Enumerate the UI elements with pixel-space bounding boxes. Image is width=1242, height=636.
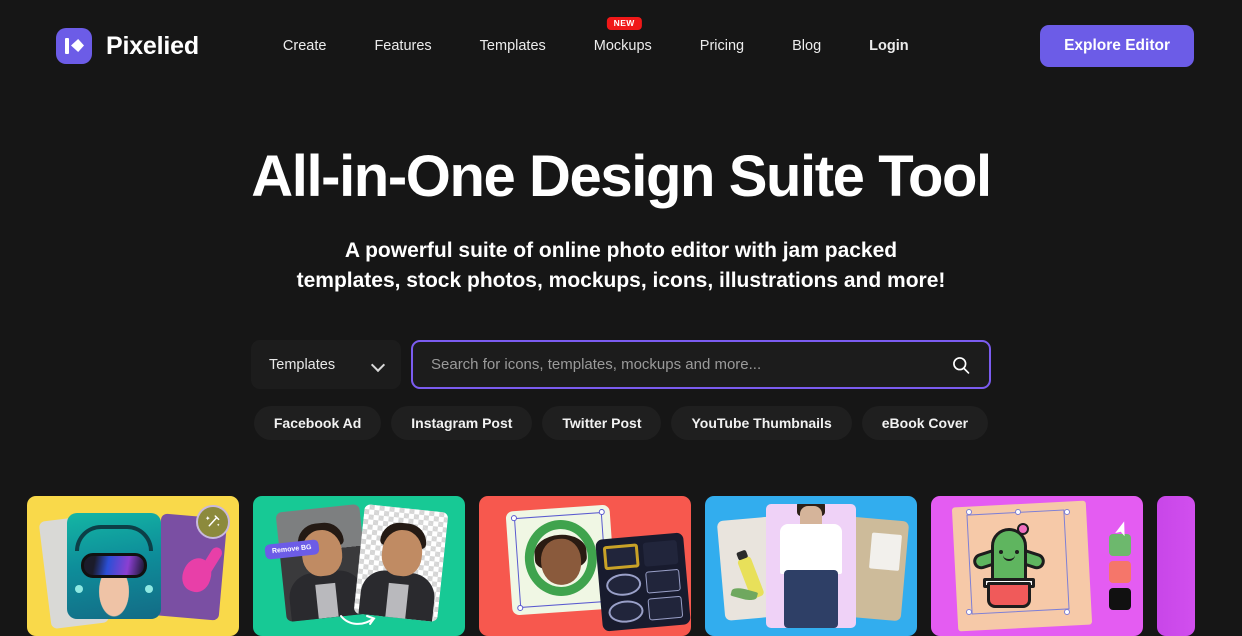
nav-label: Login [869, 38, 909, 54]
color-swatch-black[interactable] [1109, 588, 1131, 610]
color-swatch-red[interactable] [1109, 561, 1131, 583]
mockup-center-image [766, 504, 856, 628]
card-cutout-photo [353, 503, 449, 623]
hero-subtitle: A powerful suite of online photo editor … [0, 236, 1242, 297]
page-title: All-in-One Design Suite Tool [251, 144, 992, 209]
nav-label: Create [282, 38, 327, 54]
brand-name: Pixelied [106, 31, 199, 60]
portrait-left-node [75, 585, 83, 593]
nav-item-pricing[interactable]: Pricing [676, 30, 768, 62]
selection-handle[interactable] [1064, 609, 1070, 615]
frame-option[interactable] [646, 595, 684, 621]
frame-picker-panel[interactable] [595, 532, 691, 632]
selection-handle[interactable] [1064, 509, 1070, 515]
next-card-preview[interactable] [1157, 496, 1195, 636]
tag-youtube-thumbnails[interactable]: YouTube Thumbnails [671, 406, 852, 440]
selection-handle[interactable] [598, 508, 605, 516]
nav-item-features[interactable]: Features [350, 30, 455, 62]
tag-twitter-post[interactable]: Twitter Post [542, 406, 662, 440]
transform-arrow-icon [339, 612, 379, 628]
tag-facebook-ad[interactable]: Facebook Ad [253, 406, 382, 440]
nav-label: Templates [479, 38, 546, 54]
model-jeans [784, 570, 838, 628]
explore-editor-button[interactable]: Explore Editor [1040, 25, 1194, 67]
mockup-label-shape [868, 532, 903, 571]
color-swatch-list [1109, 534, 1131, 610]
frame-option[interactable] [642, 539, 679, 567]
tag-instagram-post[interactable]: Instagram Post [391, 406, 533, 440]
quick-tag-list: Facebook Ad Instagram Post Twitter Post … [0, 406, 1242, 440]
new-badge: NEW [606, 17, 642, 31]
frame-option[interactable] [644, 568, 681, 594]
illustrations-card[interactable] [931, 496, 1143, 636]
frame-option[interactable] [602, 543, 640, 571]
nav-item-create[interactable]: Create [259, 30, 351, 62]
photo-shirt [385, 582, 409, 619]
site-header: Pixelied Create Features Templates NEW M… [0, 0, 1242, 92]
feature-card-carousel: Remove BG [27, 496, 1195, 636]
selection-box [966, 509, 1070, 615]
tag-ebook-cover[interactable]: eBook Cover [861, 406, 989, 440]
nav-label: Features [374, 38, 432, 54]
nav-label: Pricing [699, 38, 745, 54]
nav-item-mockups[interactable]: NEW Mockups [570, 17, 676, 62]
background-remover-card[interactable]: Remove BG [253, 496, 465, 636]
mockups-card[interactable] [705, 496, 917, 636]
logo-bar-shape [65, 38, 69, 54]
search-input-wrapper[interactable] [411, 340, 991, 389]
card-ai-portrait-image [67, 513, 161, 619]
photo-shirt [315, 582, 339, 619]
brand-logo-link[interactable]: Pixelied [56, 28, 199, 64]
nav-item-login[interactable]: Login [845, 30, 932, 62]
photo-frames-card[interactable] [479, 496, 691, 636]
portrait-headband [75, 525, 153, 551]
nav-label: Blog [792, 38, 822, 54]
selection-box [513, 512, 609, 608]
logo-diamond-shape [71, 39, 84, 52]
portrait-right-node [145, 585, 153, 593]
model-tshirt [780, 524, 842, 574]
selection-handle[interactable] [966, 609, 972, 615]
selection-handle[interactable] [1015, 509, 1021, 515]
nav-label: Mockups [593, 38, 652, 54]
hero-section: All-in-One Design Suite Tool A powerful … [0, 92, 1242, 297]
selection-handle[interactable] [517, 604, 524, 612]
search-bar: Templates [0, 340, 1242, 389]
color-swatch-green[interactable] [1109, 534, 1131, 556]
magic-wand-icon[interactable] [196, 505, 230, 539]
search-icon[interactable] [951, 355, 971, 375]
selection-handle[interactable] [966, 509, 972, 515]
hero-subtitle-line-2: templates, stock photos, mockups, icons,… [296, 269, 946, 293]
search-input[interactable] [431, 356, 951, 373]
landing-page: Pixelied Create Features Templates NEW M… [0, 0, 1242, 636]
portrait-vr-goggles [81, 553, 147, 578]
pixelied-logo-icon [56, 28, 92, 64]
ai-art-generator-card[interactable] [27, 496, 239, 636]
main-navigation: Create Features Templates NEW Mockups Pr… [259, 17, 933, 62]
nav-item-templates[interactable]: Templates [456, 30, 570, 62]
frame-option[interactable] [607, 599, 644, 625]
nav-item-blog[interactable]: Blog [768, 30, 845, 62]
hero-subtitle-line-1: A powerful suite of online photo editor … [344, 238, 898, 262]
search-category-value: Templates [269, 356, 336, 373]
search-category-select[interactable]: Templates [251, 340, 401, 389]
chevron-down-icon [373, 359, 385, 371]
frame-option[interactable] [605, 572, 642, 598]
